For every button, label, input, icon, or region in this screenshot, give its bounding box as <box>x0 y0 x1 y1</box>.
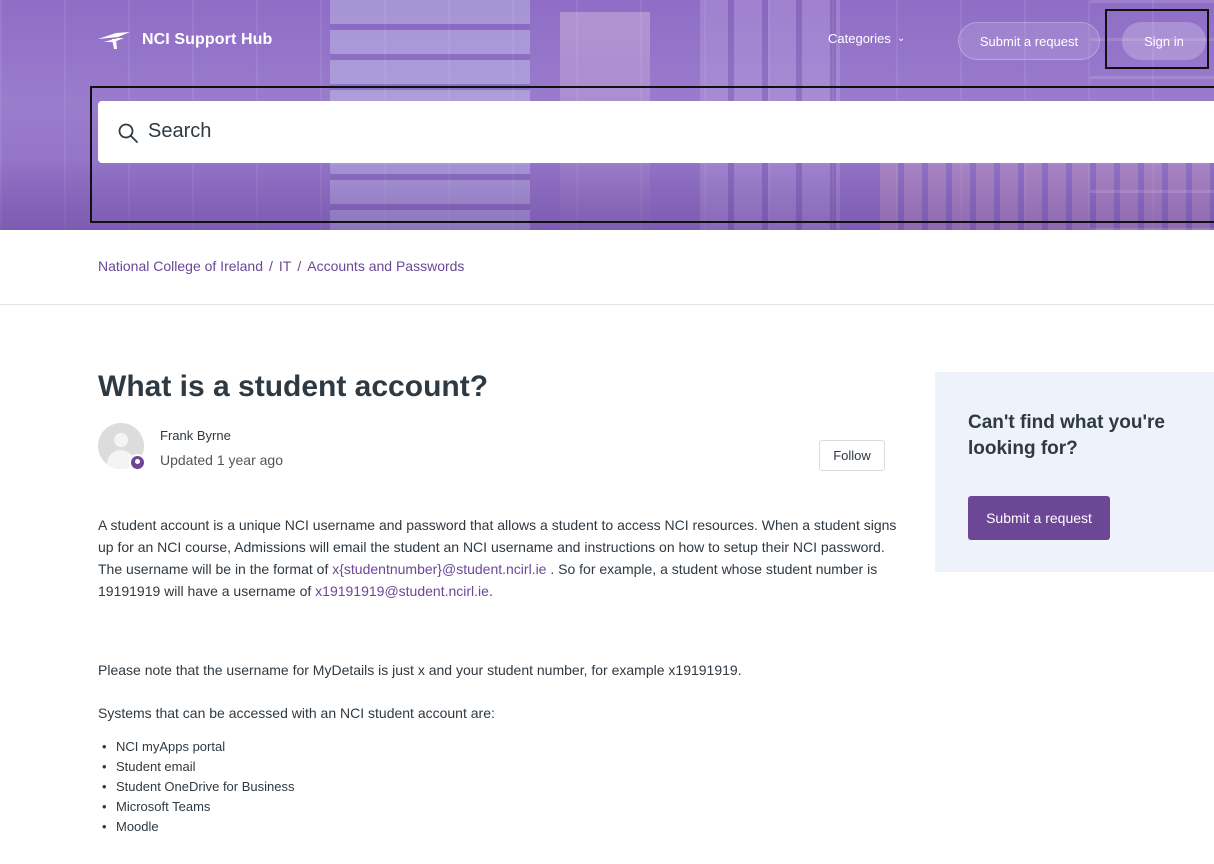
follow-button[interactable]: Follow <box>819 440 885 471</box>
breadcrumb-item-it[interactable]: IT <box>279 258 291 274</box>
avatar-head <box>114 433 128 447</box>
nci-logo-icon <box>98 32 130 49</box>
article-title: What is a student account? <box>98 370 489 403</box>
breadcrumb-separator: / <box>297 258 302 274</box>
article-updated: Updated 1 year ago <box>160 452 283 468</box>
help-sidebar <box>935 372 1214 572</box>
breadcrumb-item-accounts[interactable]: Accounts and Passwords <box>307 258 464 274</box>
breadcrumb-separator: / <box>269 258 273 274</box>
categories-menu[interactable]: Categories ⌄ <box>828 31 905 46</box>
header-submit-request-button[interactable]: Submit a request <box>958 22 1100 60</box>
article-paragraph-1: A student account is a unique NCI userna… <box>98 514 898 602</box>
list-item: Student OneDrive for Business <box>98 777 294 797</box>
username-format-link[interactable]: x{studentnumber}@student.ncirl.ie <box>332 561 546 577</box>
systems-list: NCI myApps portal Student email Student … <box>98 737 294 837</box>
search-highlight-box <box>90 86 1214 223</box>
user-badge-icon <box>129 454 146 471</box>
sidebar-submit-request-button[interactable]: Submit a request <box>968 496 1110 540</box>
list-item: Microsoft Teams <box>98 797 294 817</box>
header-divider <box>0 304 1214 305</box>
breadcrumb: National College of Ireland / IT / Accou… <box>98 258 464 274</box>
chevron-down-icon: ⌄ <box>896 33 906 44</box>
list-item: Moodle <box>98 817 294 837</box>
example-username-link[interactable]: x19191919@student.ncirl.ie <box>315 583 489 599</box>
article-paragraph-3: Systems that can be accessed with an NCI… <box>98 705 495 721</box>
site-logo[interactable]: NCI Support Hub <box>96 26 272 54</box>
article-paragraph-2: Please note that the username for MyDeta… <box>98 662 742 678</box>
list-item: Student email <box>98 757 294 777</box>
breadcrumb-item-college[interactable]: National College of Ireland <box>98 258 263 274</box>
categories-label: Categories <box>828 31 891 46</box>
list-item: NCI myApps portal <box>98 737 294 757</box>
article-author[interactable]: Frank Byrne <box>160 428 231 443</box>
p1-text-c: . <box>488 583 493 599</box>
brand-name: NCI Support Hub <box>142 31 273 48</box>
sign-in-highlight-box <box>1105 9 1209 69</box>
sidebar-title: Can't find what you're looking for? <box>968 412 1165 459</box>
